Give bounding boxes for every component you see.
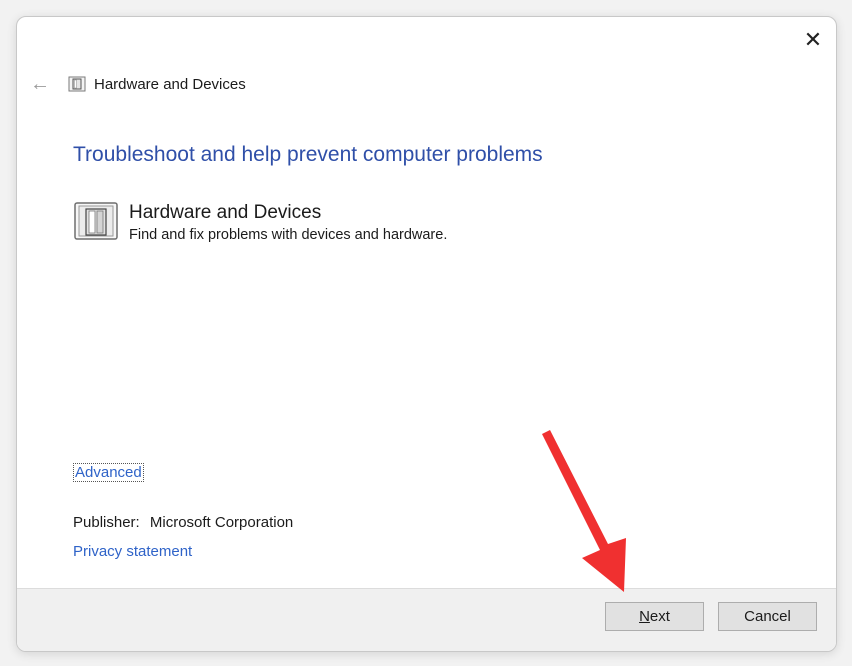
troubleshooter-item: Hardware and Devices Find and fix proble… (73, 201, 447, 244)
close-icon[interactable]: ✕ (800, 27, 826, 53)
troubleshooter-title: Hardware and Devices (129, 202, 322, 223)
cancel-button[interactable]: Cancel (718, 602, 817, 631)
troubleshooter-description: Find and fix problems with devices and h… (129, 227, 448, 243)
dialog-footer: Next Cancel (17, 588, 836, 651)
publisher-info: Publisher: Microsoft Corporation (73, 514, 293, 531)
next-button[interactable]: Next (605, 602, 704, 631)
back-arrow-icon[interactable]: ← (29, 73, 51, 95)
advanced-link[interactable]: Advanced (73, 463, 144, 482)
annotation-arrow-icon (542, 430, 626, 592)
window-title: Hardware and Devices (94, 75, 246, 93)
troubleshooter-window: ✕ ← Hardware and Devices Troubleshoot an… (16, 16, 837, 652)
page-heading: Troubleshoot and help prevent computer p… (73, 143, 543, 166)
publisher-label: Publisher: (73, 514, 140, 531)
privacy-statement-link[interactable]: Privacy statement (73, 543, 192, 560)
next-label: ext (649, 608, 670, 625)
troubleshooter-text: Hardware and Devices Find and fix proble… (129, 201, 447, 244)
hardware-device-icon (68, 75, 86, 93)
hardware-device-icon (73, 201, 119, 241)
next-mnemonic: N (639, 608, 650, 625)
publisher-value: Microsoft Corporation (149, 514, 294, 531)
navigation-bar: ← Hardware and Devices (17, 72, 246, 96)
